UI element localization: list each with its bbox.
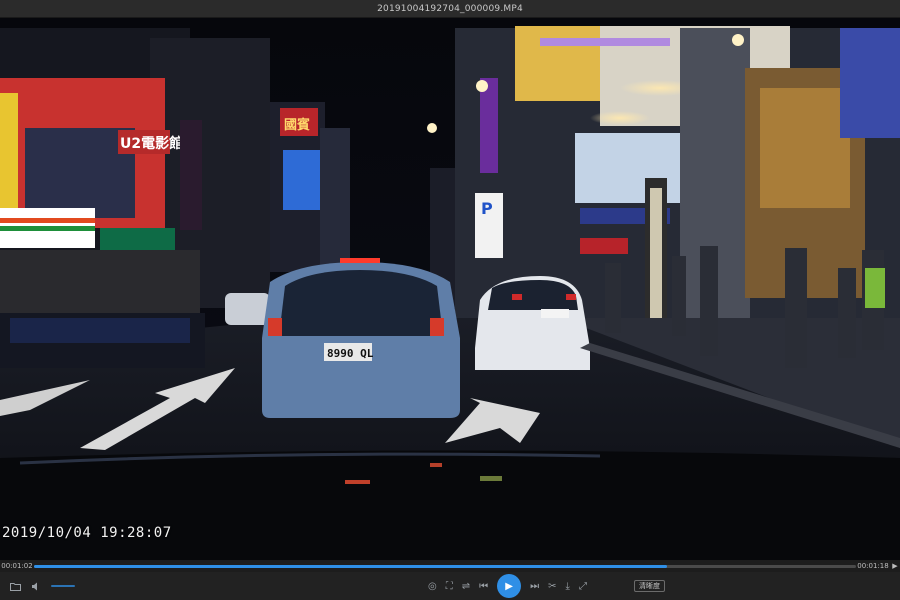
expand-icon: ⤢ <box>578 580 587 592</box>
progress-fill <box>34 564 667 568</box>
skip-forward-icon: ⏭ <box>530 580 540 592</box>
download-icon: ⤓ <box>565 580 570 592</box>
store-sign-text: U2電影館 <box>120 135 183 152</box>
video-viewport[interactable]: U2電影館 國賓 P 8990 QL 2019/10/04 19:28:07 <box>0 18 900 560</box>
car-blue: 8990 QL <box>262 258 460 418</box>
slow-icon: ⛶ <box>445 580 453 592</box>
parking-sign-text: P <box>481 199 493 218</box>
volume-slider[interactable] <box>51 585 75 587</box>
car-white-right <box>475 276 590 370</box>
fullscreen-button[interactable]: ⤢ <box>579 581 587 592</box>
snapshot-button[interactable]: ◎ <box>428 581 437 592</box>
cut-button[interactable]: ✂ <box>548 581 556 592</box>
osd-timestamp: 2019/10/04 19:28:07 <box>2 525 172 541</box>
total-time: 00:01:18 <box>857 562 889 570</box>
prev-button[interactable]: ⏮ <box>479 581 488 592</box>
settings-button[interactable]: ⇌ <box>462 581 470 592</box>
play-icon: ▶ <box>505 580 513 592</box>
dashcam-frame: U2電影館 國賓 P 8990 QL <box>0 18 900 560</box>
camera-icon: ◎ <box>428 580 437 592</box>
red-sign-text: 國賓 <box>284 117 310 133</box>
play-button[interactable]: ▶ <box>497 574 522 598</box>
sliders-icon: ⇌ <box>461 580 471 592</box>
current-time: 00:01:02 <box>1 562 33 570</box>
car-white-left <box>225 293 270 325</box>
progress-row: 00:01:02 00:01:18 ▶ <box>0 560 900 572</box>
playback-controls: ◎ ⛶ ⇌ ⏮ ▶ ⏭ ✂ ⤓ ⤢ <box>428 572 587 600</box>
arrow-right-icon[interactable]: ▶ <box>890 562 900 570</box>
speaker-icon[interactable] <box>31 582 41 591</box>
license-plate-blue: 8990 QL <box>327 347 374 360</box>
window-title: 20191004192704_000009.MP4 <box>377 3 523 14</box>
download-button[interactable]: ⤓ <box>566 581 570 592</box>
next-button[interactable]: ⏭ <box>530 581 539 592</box>
title-bar: 20191004192704_000009.MP4 <box>0 0 900 18</box>
progress-track[interactable] <box>34 564 856 568</box>
scissors-icon: ✂ <box>548 580 557 592</box>
slow-button[interactable]: ⛶ <box>446 581 453 592</box>
control-bar: ◎ ⛶ ⇌ ⏮ ▶ ⏭ ✂ ⤓ ⤢ 清晰度 <box>0 572 900 600</box>
quality-button[interactable]: 清晰度 <box>634 580 665 592</box>
folder-icon[interactable] <box>10 582 21 591</box>
skip-back-icon: ⏮ <box>479 580 489 592</box>
